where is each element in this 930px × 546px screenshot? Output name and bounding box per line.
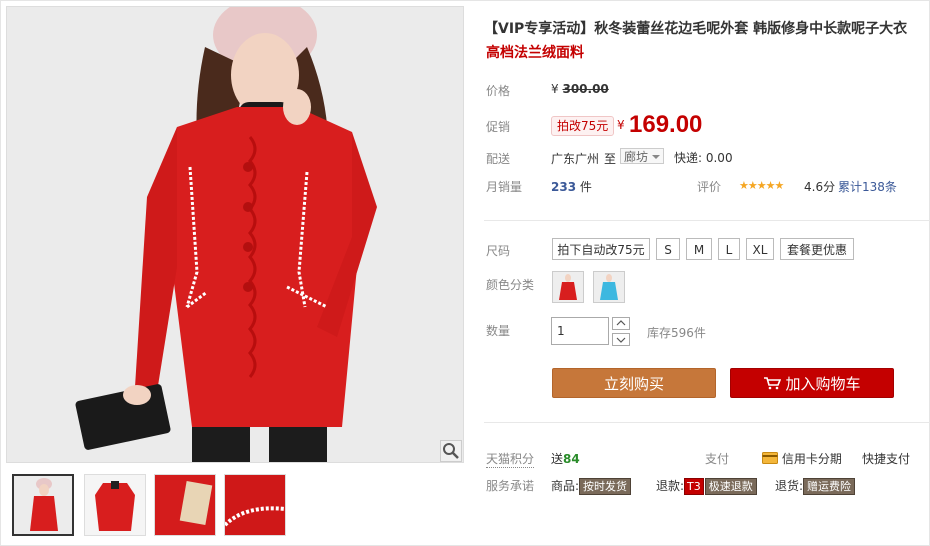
shipping-insurance-badge[interactable]: 赠运费险: [803, 478, 856, 495]
service-goods: 商品: 按时发货: [551, 477, 632, 495]
yen-symbol: ¥: [551, 82, 559, 96]
tmall-points-label[interactable]: 天猫积分: [486, 450, 535, 468]
model-red-coat-photo: [7, 7, 463, 462]
destination-select[interactable]: 廊坊: [620, 148, 664, 164]
shipping-label: 配送: [486, 152, 511, 166]
service-goods-label: 商品:: [551, 479, 580, 493]
quantity-increase-button[interactable]: [612, 317, 630, 330]
sales-label: 月销量: [486, 180, 523, 194]
product-title: 【VIP专享活动】秋冬装蕾丝花边毛呢外套 韩版修身中长款呢子大衣: [484, 21, 908, 37]
ship-from: 广东广州: [551, 152, 600, 166]
magnifier-icon: [443, 443, 459, 459]
service-refund: 退款: T3 极速退款: [656, 477, 757, 495]
chevron-down-icon: [616, 337, 626, 343]
color-option-blue[interactable]: [593, 271, 625, 303]
on-time-delivery-badge[interactable]: 按时发货: [579, 478, 632, 495]
price-label: 价格: [486, 84, 511, 98]
ship-to-word: 至: [604, 152, 617, 166]
color-option-red[interactable]: [552, 271, 584, 303]
blue-coat-swatch: [594, 272, 624, 302]
credit-installment[interactable]: 信用卡分期: [762, 450, 842, 467]
thumb-label-detail-image: [155, 475, 215, 535]
t3-badge: T3: [684, 478, 704, 495]
reviews-link[interactable]: 累计138条: [838, 178, 897, 195]
credit-installment-label: 信用卡分期: [781, 452, 842, 466]
promo-label: 促销: [486, 120, 511, 134]
stock-count: 库存596件: [647, 326, 706, 340]
thumb-model-image: [14, 476, 72, 534]
promo-yen-symbol: ¥: [617, 118, 625, 132]
rating-label: 评价: [697, 180, 722, 194]
quantity-label: 数量: [486, 324, 511, 338]
divider: [484, 422, 930, 423]
thumbnail-1[interactable]: [12, 474, 74, 536]
rating-stars-icon: ★★★★★: [739, 179, 784, 192]
service-return-label: 退货:: [775, 479, 804, 493]
sku-option-s[interactable]: S: [656, 238, 680, 260]
add-to-cart-label: 加入购物车: [785, 375, 861, 393]
sku-option-bundle[interactable]: 套餐更优惠: [780, 238, 854, 260]
fast-refund-badge[interactable]: 极速退款: [704, 478, 757, 495]
cart-icon: [764, 377, 782, 390]
sales-count-value: 233: [551, 180, 577, 194]
promo-price: 169.00: [629, 111, 703, 138]
thumbnail-2[interactable]: [84, 474, 146, 536]
quantity-input[interactable]: 1: [551, 317, 609, 345]
payment-label: 支付: [705, 452, 730, 466]
color-label: 颜色分类: [486, 278, 535, 292]
buy-now-button[interactable]: 立刻购买: [552, 368, 716, 398]
points-number: 84: [563, 452, 580, 466]
thumbnail-3[interactable]: [154, 474, 216, 536]
sku-option-xl[interactable]: XL: [746, 238, 774, 260]
divider: [484, 220, 930, 221]
promo-tag: 拍改75元: [551, 116, 615, 136]
destination-value: 廊坊: [624, 150, 649, 164]
sku-option-l[interactable]: L: [718, 238, 740, 260]
thumb-coat-front-image: [85, 475, 145, 535]
original-price: ¥ 300.00: [551, 82, 609, 96]
size-label: 尺码: [486, 244, 511, 258]
express-fee: 快递: 0.00: [674, 151, 733, 165]
service-refund-label: 退款:: [656, 479, 685, 493]
chevron-up-icon: [616, 320, 626, 326]
thumb-lace-detail-image: [225, 475, 285, 535]
chevron-down-icon: [652, 155, 660, 159]
original-price-value: 300.00: [562, 82, 609, 96]
sales-unit: 件: [579, 180, 592, 194]
sku-option-m[interactable]: M: [686, 238, 712, 260]
quantity-decrease-button[interactable]: [612, 333, 630, 346]
red-coat-swatch: [553, 272, 583, 302]
quick-pay: 快捷支付: [862, 452, 911, 466]
zoom-button[interactable]: [440, 440, 462, 462]
thumbnail-4[interactable]: [224, 474, 286, 536]
service-label: 服务承诺: [486, 479, 535, 493]
product-subtitle: 高档法兰绒面料: [486, 45, 584, 61]
main-product-image[interactable]: [6, 6, 464, 463]
sales-count: 233 件: [551, 178, 592, 195]
points-value: 送84: [551, 450, 580, 467]
add-to-cart-button[interactable]: 加入购物车: [730, 368, 894, 398]
sku-option-auto-discount[interactable]: 拍下自动改75元: [552, 238, 650, 260]
service-return: 退货: 赠运费险: [775, 477, 856, 495]
points-send: 送: [551, 452, 564, 466]
credit-card-icon: [762, 452, 778, 464]
rating-score: 4.6分: [804, 180, 836, 194]
